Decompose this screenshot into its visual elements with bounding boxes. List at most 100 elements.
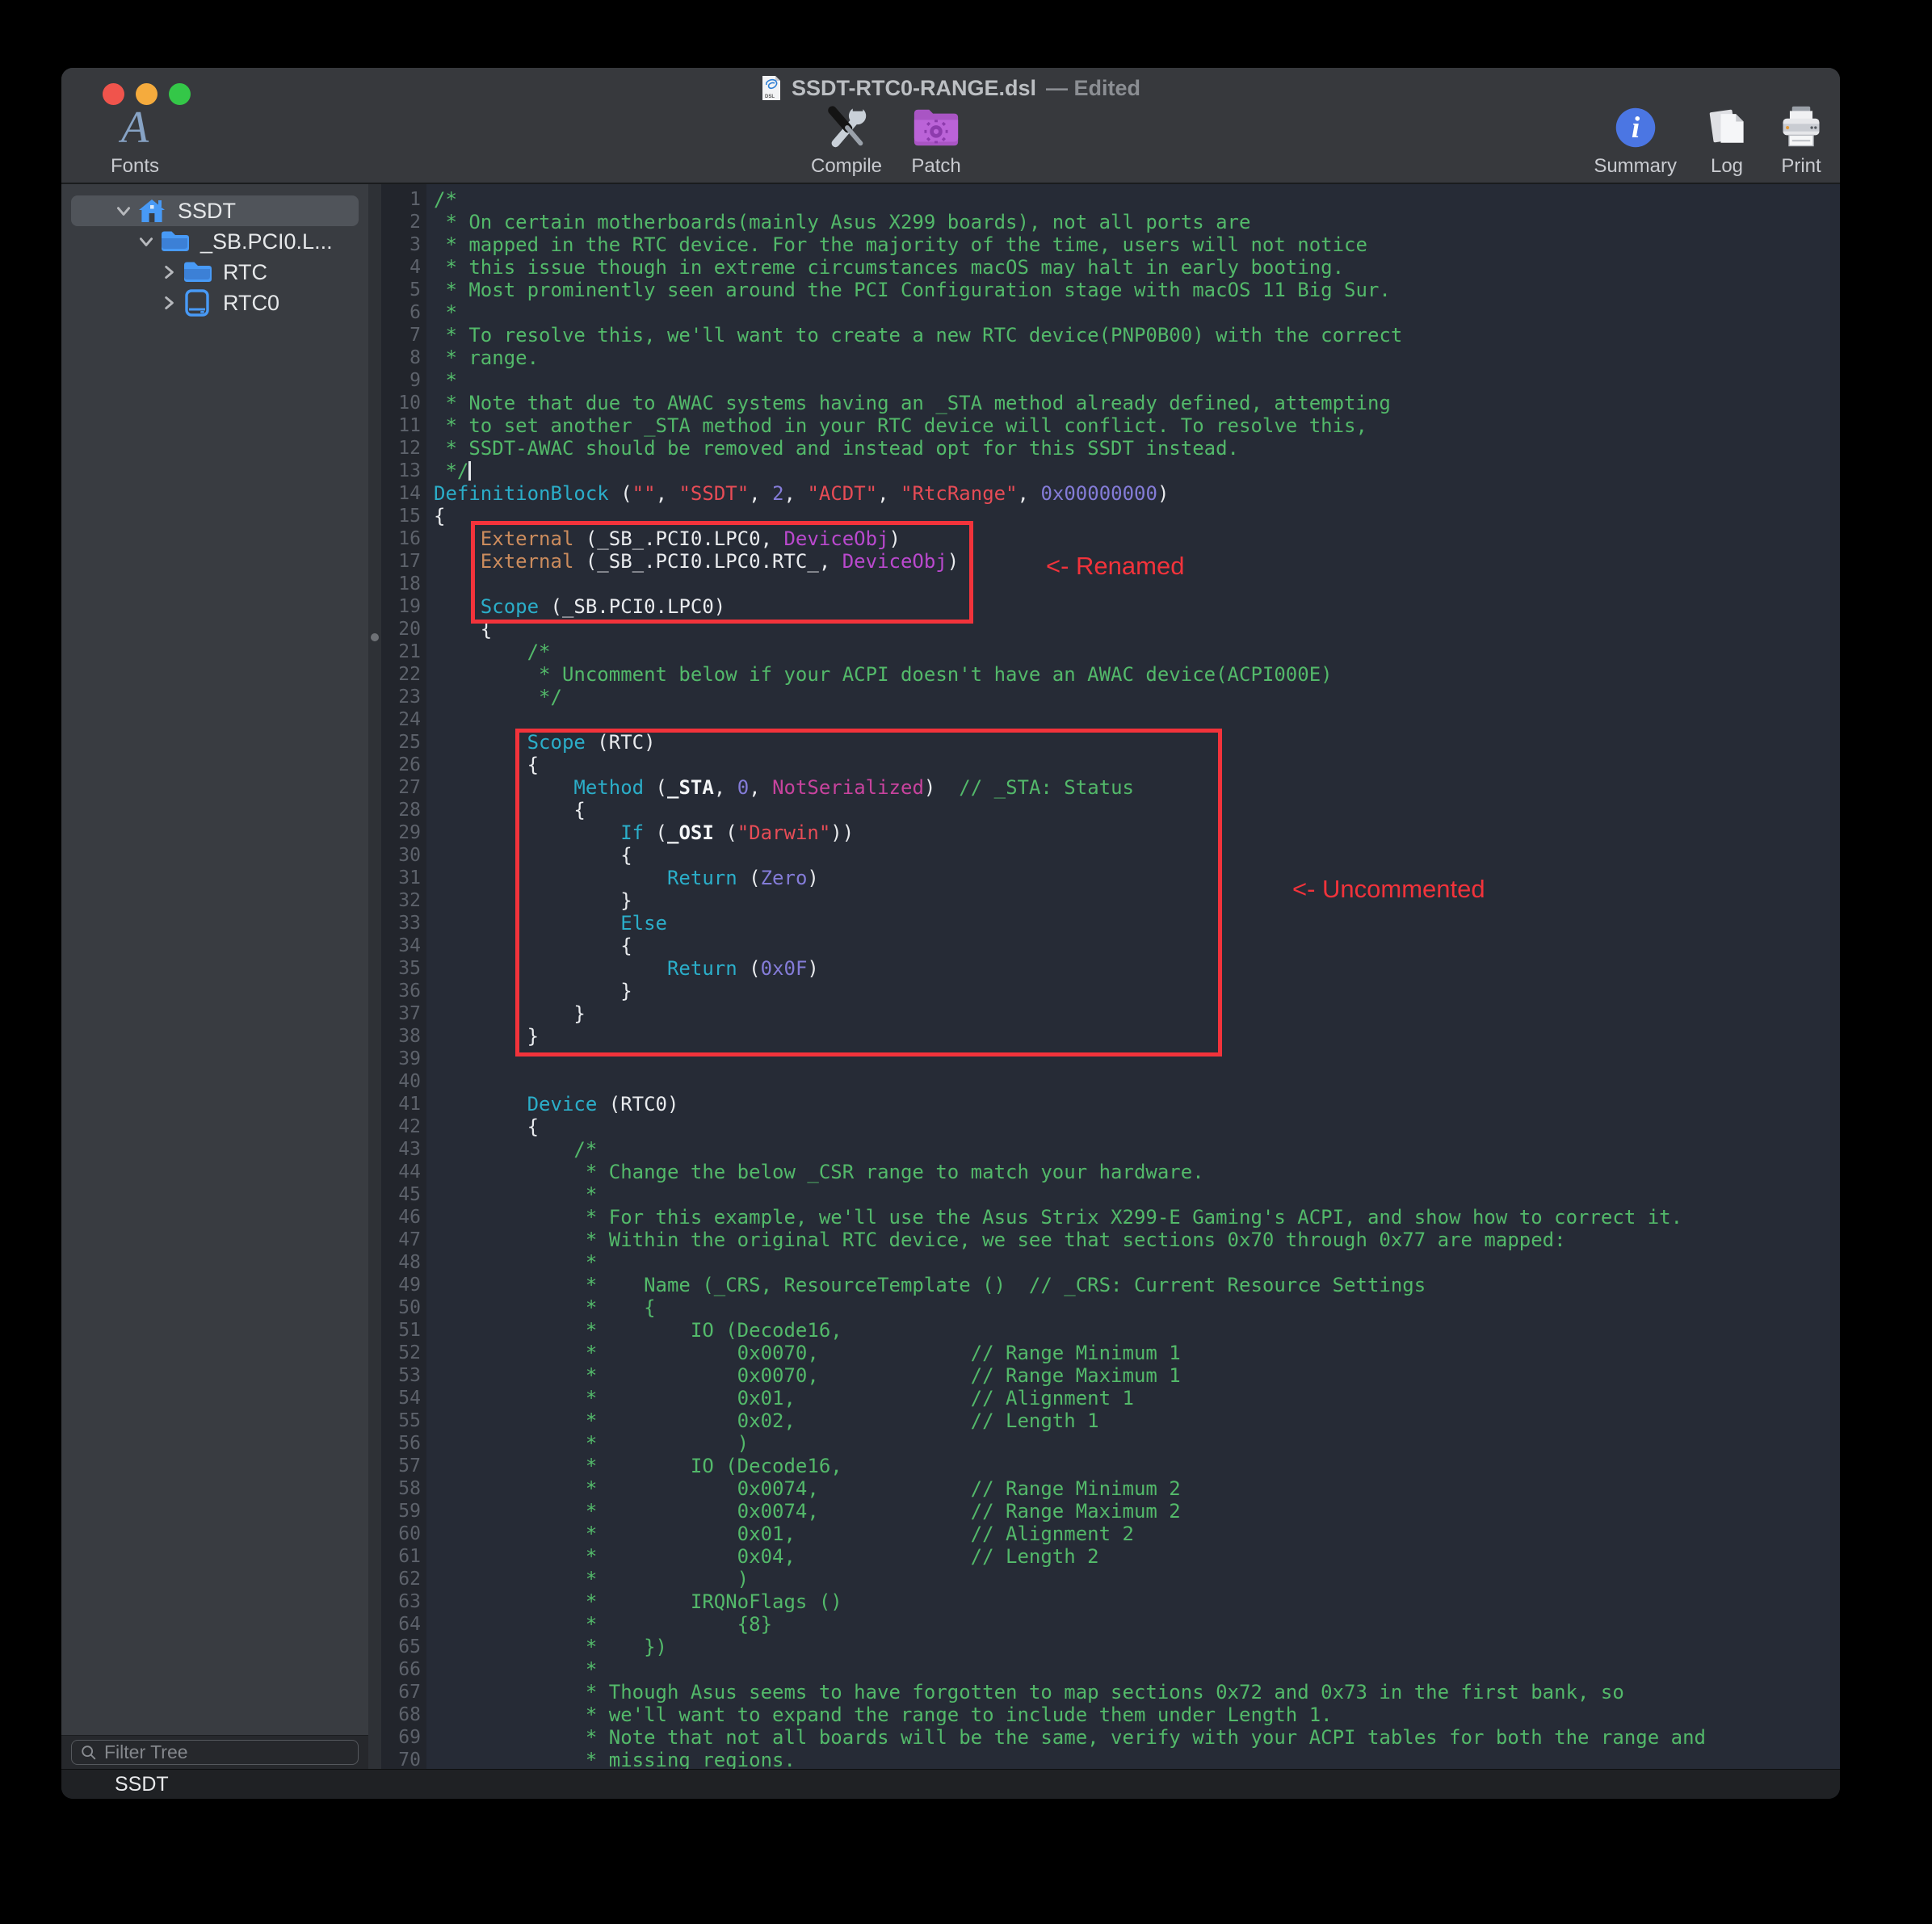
line-number: 6 — [381, 301, 426, 324]
fonts-icon: A — [121, 102, 149, 153]
code-line — [434, 708, 1840, 731]
code-line: * 0x0074, // Range Minimum 2 — [434, 1477, 1840, 1500]
device-icon — [183, 288, 212, 317]
line-number: 8 — [381, 347, 426, 369]
filter-tree-input[interactable] — [104, 1741, 350, 1763]
line-number: 67 — [381, 1681, 426, 1703]
line-number: 43 — [381, 1138, 426, 1161]
line-number: 46 — [381, 1206, 426, 1229]
pane-splitter[interactable] — [368, 184, 381, 1769]
line-number: 64 — [381, 1613, 426, 1636]
code-line: DefinitionBlock ("", "SSDT", 2, "ACDT", … — [434, 482, 1840, 505]
line-number: 9 — [381, 369, 426, 392]
code-line: * 0x02, // Length 1 — [434, 1409, 1840, 1432]
window-title: SSDT-RTC0-RANGE.dsl — [792, 76, 1036, 101]
code-line: * { — [434, 1296, 1840, 1319]
search-icon — [80, 1744, 98, 1762]
line-number: 37 — [381, 1002, 426, 1025]
line-number: 70 — [381, 1749, 426, 1769]
patch-button[interactable]: Patch — [911, 102, 961, 178]
line-number: 22 — [381, 663, 426, 686]
line-number: 15 — [381, 505, 426, 527]
line-number: 61 — [381, 1545, 426, 1568]
chevron-down-icon[interactable] — [115, 202, 132, 220]
home-icon — [137, 196, 166, 225]
summary-button[interactable]: i Summary — [1594, 102, 1677, 178]
sidebar-item-ssdt[interactable]: SSDT — [71, 195, 359, 226]
code-line: * IO (Decode16, — [434, 1455, 1840, 1477]
code-line: /* — [434, 641, 1840, 663]
code-line: * IO (Decode16, — [434, 1319, 1840, 1342]
line-number: 40 — [381, 1070, 426, 1093]
code-line: Device (RTC0) — [434, 1093, 1840, 1115]
center-toolbar: Compile Patch — [811, 102, 961, 178]
line-number: 66 — [381, 1658, 426, 1681]
window-title-group: DSL SSDT-RTC0-RANGE.dsl — Edited — [61, 73, 1840, 103]
sidebar-item-sb-pci0-l[interactable]: _SB.PCI0.L... — [71, 226, 359, 257]
chevron-right-icon[interactable] — [160, 263, 178, 281]
code-line: * this issue though in extreme circumsta… — [434, 256, 1840, 279]
code-line: * 0x0070, // Range Maximum 1 — [434, 1364, 1840, 1387]
annotation-renamed-label: <- Renamed — [1046, 552, 1184, 581]
code-line: * 0x0074, // Range Maximum 2 — [434, 1500, 1840, 1523]
code-line: * Most prominently seen around the PCI C… — [434, 279, 1840, 301]
line-number: 48 — [381, 1251, 426, 1274]
line-number: 59 — [381, 1500, 426, 1523]
log-button[interactable]: Log — [1703, 102, 1751, 178]
code-line: * mapped in the RTC device. For the majo… — [434, 233, 1840, 256]
line-number: 29 — [381, 821, 426, 844]
print-button[interactable]: Print — [1777, 102, 1825, 178]
line-number: 18 — [381, 573, 426, 595]
line-number: 28 — [381, 799, 426, 821]
text-cursor — [468, 461, 471, 481]
code-line: * missing regions. — [434, 1749, 1840, 1769]
code-line: * Within the original RTC device, we see… — [434, 1229, 1840, 1251]
code-line: * Note that not all boards will be the s… — [434, 1726, 1840, 1749]
line-number: 63 — [381, 1590, 426, 1613]
doc-icon-label: DSL — [765, 95, 775, 99]
line-number: 27 — [381, 776, 426, 799]
line-number: 11 — [381, 414, 426, 437]
sidebar: SSDT_SB.PCI0.L...RTCRTC0 — [61, 184, 368, 1769]
code-line: * — [434, 1658, 1840, 1681]
line-number: 2 — [381, 211, 426, 233]
code-line: * Note that due to AWAC systems having a… — [434, 392, 1840, 414]
line-number: 56 — [381, 1432, 426, 1455]
line-number: 44 — [381, 1161, 426, 1183]
line-number: 54 — [381, 1387, 426, 1409]
status-text: SSDT — [115, 1773, 169, 1796]
right-toolbar: i Summary Log — [1594, 102, 1825, 178]
sidebar-item-rtc0[interactable]: RTC0 — [71, 288, 359, 318]
printer-icon — [1777, 102, 1825, 153]
code-line: * Name (_CRS, ResourceTemplate () // _CR… — [434, 1274, 1840, 1296]
folder-icon — [183, 258, 212, 287]
code-line: * Change the below _CSR range to match y… — [434, 1161, 1840, 1183]
line-number: 58 — [381, 1477, 426, 1500]
annotation-uncommented-label: <- Uncommented — [1292, 875, 1485, 904]
code-line — [434, 1070, 1840, 1093]
line-number: 17 — [381, 550, 426, 573]
code-line: * we'll want to expand the range to incl… — [434, 1703, 1840, 1726]
line-number: 21 — [381, 641, 426, 663]
chevron-right-icon[interactable] — [160, 294, 178, 312]
status-bar: SSDT — [61, 1769, 1840, 1799]
chevron-down-icon[interactable] — [137, 233, 155, 250]
code-line: * — [434, 1183, 1840, 1206]
line-number: 35 — [381, 957, 426, 980]
compile-button[interactable]: Compile — [811, 102, 882, 178]
line-number-gutter: 1234567891011121314151617181920212223242… — [381, 184, 426, 1769]
line-number: 1 — [381, 188, 426, 211]
line-number: 20 — [381, 618, 426, 641]
sidebar-item-rtc[interactable]: RTC — [71, 257, 359, 288]
line-number: 7 — [381, 324, 426, 347]
code-line: * — [434, 1251, 1840, 1274]
line-number: 3 — [381, 233, 426, 256]
code-line: /* — [434, 1138, 1840, 1161]
log-pages-icon — [1703, 102, 1751, 153]
filter-tree-field[interactable] — [71, 1740, 359, 1765]
desktop: DSL SSDT-RTC0-RANGE.dsl — Edited A Fonts — [0, 0, 1932, 1924]
fonts-button[interactable]: A Fonts — [90, 102, 179, 178]
line-number: 55 — [381, 1409, 426, 1432]
code-line: * 0x0070, // Range Minimum 1 — [434, 1342, 1840, 1364]
line-number: 45 — [381, 1183, 426, 1206]
